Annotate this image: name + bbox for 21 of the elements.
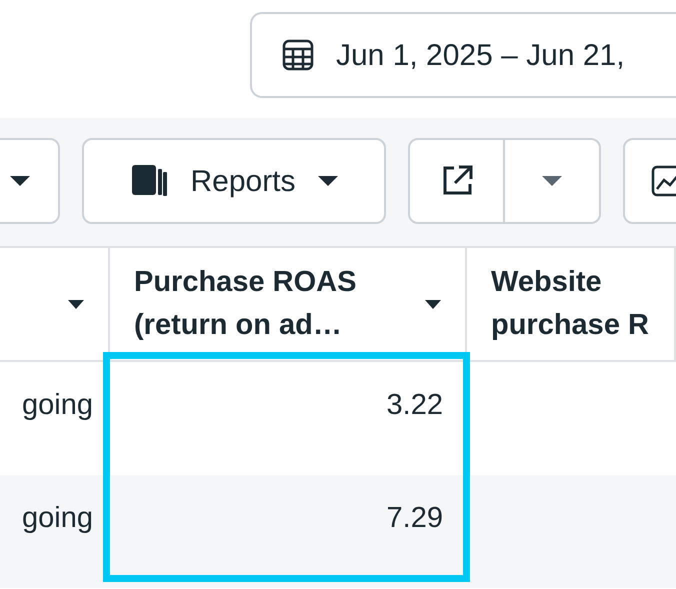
column-header[interactable]: Purchase ROAS (return on ad… (110, 246, 467, 362)
caret-icon (10, 176, 30, 186)
date-range-button[interactable]: Jun 1, 2025 – Jun 21, (250, 12, 676, 98)
caret-icon (425, 300, 441, 308)
column-header[interactable]: Website purchase R (467, 246, 676, 362)
caret-icon (68, 300, 84, 308)
table-cell: 7.29 (110, 475, 467, 588)
caret-icon (542, 176, 562, 186)
book-icon (130, 163, 168, 199)
column-header-label: Purchase ROAS (return on ad… (134, 264, 358, 343)
column-header-label: Website purchase R (491, 264, 650, 343)
calendar-icon (282, 39, 314, 71)
line-chart-icon (651, 165, 676, 197)
reports-button[interactable]: Reports (82, 138, 386, 224)
table-cell-text: 3.22 (386, 388, 444, 423)
table-cell: going (0, 475, 110, 588)
caret-icon (318, 176, 338, 186)
date-range-label: Jun 1, 2025 – Jun 21, (336, 38, 625, 74)
dropdown-button[interactable] (0, 138, 60, 224)
export-button[interactable] (408, 138, 505, 224)
table-cell-text: going (21, 388, 94, 423)
